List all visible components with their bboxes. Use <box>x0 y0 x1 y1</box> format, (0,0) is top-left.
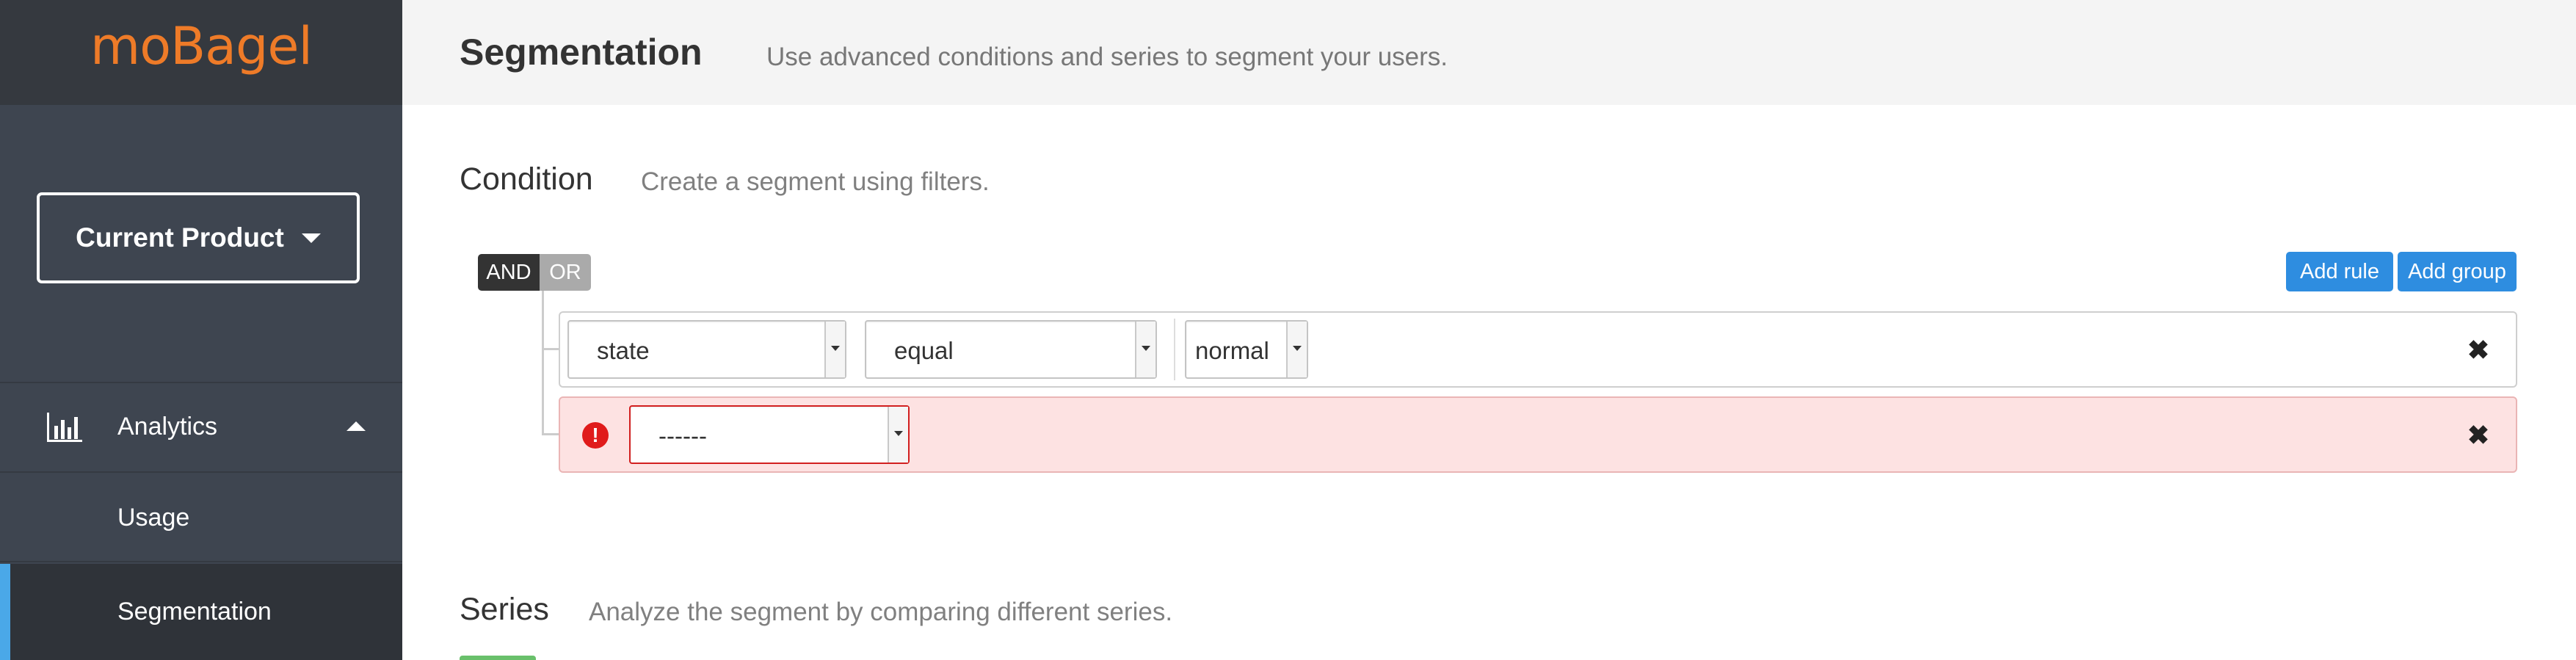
divider <box>1174 319 1175 380</box>
current-product-label: Current Product <box>76 222 284 253</box>
add-group-button[interactable]: Add group <box>2398 252 2517 291</box>
condition-title: Condition <box>460 162 593 197</box>
add-rule-button[interactable]: Add rule <box>2286 252 2393 291</box>
bar-chart-icon <box>47 413 82 442</box>
sidebar-item-analytics[interactable]: Analytics <box>0 385 402 470</box>
divider <box>0 561 402 562</box>
condition-rule: state equal normal ✖ <box>559 311 2517 388</box>
and-or-toggle: AND OR <box>478 254 591 291</box>
current-product-dropdown[interactable]: Current Product <box>37 192 360 283</box>
sidebar: moBagel Current Product Analytics Usage … <box>0 0 402 660</box>
sidebar-item-usage[interactable]: Usage <box>0 474 402 561</box>
divider <box>0 471 402 473</box>
tree-line <box>542 291 544 435</box>
field-select-value: ------ <box>658 422 707 449</box>
tree-line <box>542 348 559 350</box>
error-icon: ! <box>582 422 609 449</box>
field-select-value: state <box>597 337 650 364</box>
page-subtitle: Use advanced conditions and series to se… <box>766 43 1448 71</box>
value-select[interactable]: normal <box>1185 320 1308 379</box>
delete-rule-close-icon[interactable]: ✖ <box>2467 335 2489 366</box>
sidebar-item-segmentation[interactable]: Segmentation <box>0 564 402 660</box>
page-header: Segmentation Use advanced conditions and… <box>402 0 2576 105</box>
series-title: Series <box>460 592 549 627</box>
operator-select[interactable]: equal <box>865 320 1157 379</box>
series-button-partial[interactable] <box>460 656 536 660</box>
sidebar-item-label: Analytics <box>117 413 218 440</box>
field-select[interactable]: ------ <box>629 405 910 464</box>
sidebar-item-label: Segmentation <box>117 598 272 625</box>
condition-rule-error: ! ------ ✖ <box>559 396 2517 473</box>
mobagel-logo[interactable]: moBagel <box>0 16 402 76</box>
delete-rule-close-icon[interactable]: ✖ <box>2467 420 2489 451</box>
or-button[interactable]: OR <box>540 254 591 291</box>
field-select[interactable]: state <box>567 320 846 379</box>
sidebar-item-label: Usage <box>117 504 190 532</box>
dropdown-arrow-icon <box>824 322 845 377</box>
series-subtitle: Analyze the segment by comparing differe… <box>589 598 1173 626</box>
caret-up-icon <box>347 421 366 431</box>
divider <box>0 382 402 383</box>
and-button[interactable]: AND <box>478 254 540 291</box>
caret-down-icon <box>301 233 321 243</box>
dropdown-arrow-icon <box>1286 322 1307 377</box>
tree-line <box>542 433 559 435</box>
page-title: Segmentation <box>460 32 703 73</box>
active-indicator <box>0 564 10 660</box>
dropdown-arrow-icon <box>888 407 908 463</box>
condition-subtitle: Create a segment using filters. <box>641 167 990 196</box>
logo-bar: moBagel <box>0 0 402 105</box>
dropdown-arrow-icon <box>1135 322 1155 377</box>
value-select-value: normal <box>1195 337 1269 364</box>
operator-select-value: equal <box>894 337 954 364</box>
